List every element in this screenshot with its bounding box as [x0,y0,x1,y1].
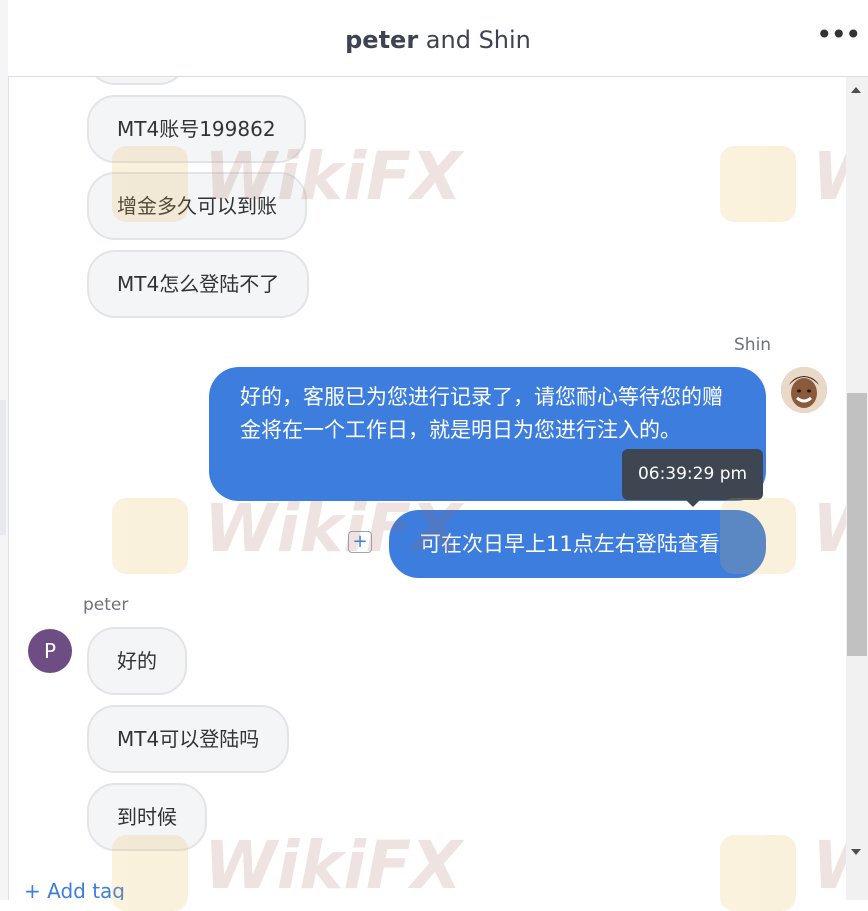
message-text: MT4可以登陆吗 [117,727,260,751]
message-text: 增金多久可以到账 [117,194,277,218]
conversation-header: peter and Shin ••• [8,0,868,77]
message-bubble-clipped [87,77,187,85]
vertical-scrollbar[interactable] [846,77,868,900]
message-bubble-incoming: 到时候 [87,783,207,851]
scroll-down-arrow-icon[interactable] [851,849,861,855]
title-participant-2: and Shin [418,26,531,54]
message-text: 好的 [117,649,157,673]
message-text: MT4账号199862 [117,117,276,141]
scroll-up-arrow-icon[interactable] [851,87,861,93]
message-bubble-incoming: 增金多久可以到账 [87,172,307,240]
message-bubble-incoming: 好的 [87,627,187,695]
message-bubble-outgoing: 可在次日早上11点左右登陆查看 [389,510,766,578]
more-options-icon[interactable]: ••• [816,20,862,56]
message-thread: MT4账号199862 增金多久可以到账 MT4怎么登陆不了 Shin 好的，客… [8,77,846,900]
message-action-plus-button[interactable]: + [348,531,372,553]
message-bubble-incoming: MT4账号199862 [87,95,306,163]
add-tag-link[interactable]: + Add tag [24,879,125,900]
scrollbar-thumb[interactable] [847,393,867,656]
message-bubble-incoming: MT4可以登陆吗 [87,705,290,773]
avatar-shin[interactable] [781,367,827,413]
avatar-peter[interactable]: P [28,629,72,673]
conversation-title: peter and Shin [8,26,868,54]
message-text: 好的，客服已为您进行记录了，请您耐心等待您的赠金将在一个工作日，就是明日为您进行… [240,385,723,442]
left-panel-marker [0,400,6,535]
message-bubble-incoming: MT4怎么登陆不了 [87,250,310,318]
title-participant-1: peter [345,26,419,54]
avatar-photo-icon [781,367,827,413]
message-text: 可在次日早上11点左右登陆查看 [420,532,720,556]
timestamp-tooltip: 06:39:29 pm [622,449,763,507]
sender-name-shin: Shin [734,335,772,355]
message-text: MT4怎么登陆不了 [117,272,280,296]
sender-name-peter: peter [83,595,129,615]
message-text: 到时候 [117,805,177,829]
